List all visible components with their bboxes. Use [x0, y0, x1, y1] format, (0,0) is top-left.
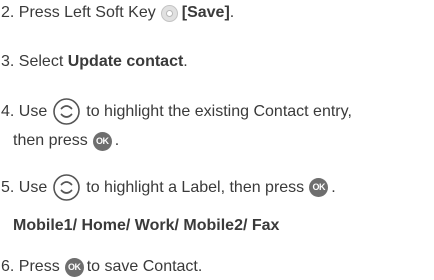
step-text-end: . — [229, 4, 235, 21]
step-text: Use — [18, 178, 48, 196]
step-number: 5. — [1, 178, 15, 196]
ok-key-icon: OK — [64, 257, 84, 277]
step-text-end: . — [114, 132, 120, 149]
step-4-continuation: then press OK . — [13, 131, 119, 151]
step-text-end: . — [331, 178, 336, 196]
step-number: 4. — [1, 102, 15, 120]
step-text-mid: to highlight a Label, then press — [86, 178, 305, 196]
navigation-key-icon — [53, 174, 81, 201]
navigation-key-icon — [53, 98, 81, 125]
step-text: Use — [18, 102, 48, 120]
step-3: 3. Select Update contact . — [1, 52, 188, 72]
step-5: 5. Use to highlight a Label, then press … — [1, 174, 336, 201]
label-options: Mobile1/ Home/ Work/ Mobile2/ Fax — [13, 217, 280, 234]
left-soft-key-icon — [160, 4, 178, 22]
step-text: Press Left Soft Key — [18, 4, 156, 21]
step-number: 6. — [1, 258, 15, 275]
manual-page: 2. Press Left Soft Key [Save] . 3. Selec… — [0, 0, 434, 280]
step-text: Press — [18, 258, 60, 275]
step-text-end: to save Contact. — [86, 258, 203, 275]
step-2: 2. Press Left Soft Key [Save] . — [1, 3, 234, 23]
step-6: 6. Press OK to save Contact. — [1, 257, 202, 277]
step-4: 4. Use to highlight the existing Contact… — [1, 98, 352, 125]
ok-key-icon: OK — [92, 131, 112, 151]
step-text: then press — [13, 132, 88, 149]
update-contact-label: Update contact — [67, 53, 184, 70]
step-number: 3. — [1, 53, 15, 70]
step-number: 2. — [1, 4, 15, 21]
ok-key-icon: OK — [309, 178, 329, 197]
step-text-end: . — [183, 53, 188, 70]
step-text-end: to highlight the existing Contact entry, — [86, 102, 352, 120]
step-text: Select — [18, 53, 64, 70]
save-label: [Save] — [181, 4, 230, 21]
